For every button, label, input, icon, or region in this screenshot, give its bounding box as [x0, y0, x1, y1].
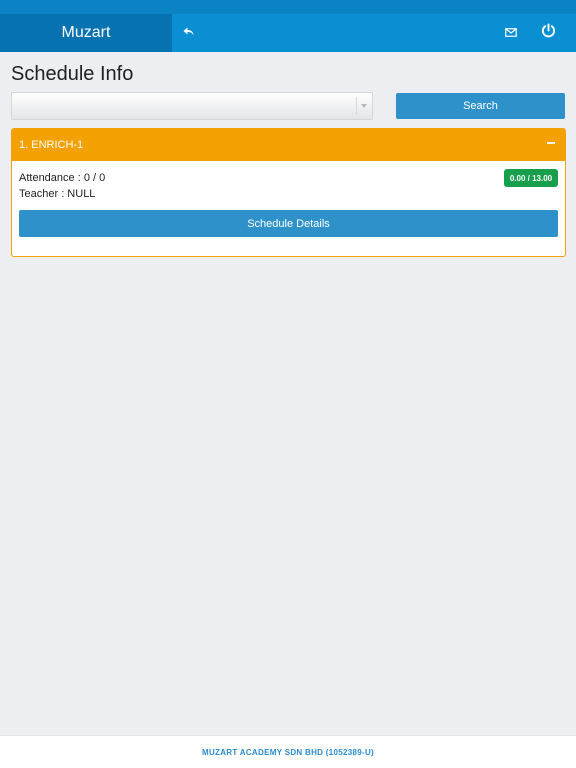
schedule-select[interactable]	[11, 92, 373, 120]
schedule-details-button[interactable]: Schedule Details	[19, 210, 558, 237]
top-navbar: Muzart	[0, 14, 576, 52]
app-brand[interactable]: Muzart	[0, 14, 172, 52]
footer-company-text: MUZART ACADEMY SDN BHD (1052389-U)	[201, 747, 374, 757]
search-button[interactable]: Search	[396, 93, 565, 119]
footer: MUZART ACADEMY SDN BHD (1052389-U)	[0, 735, 576, 768]
select-divider	[356, 97, 357, 115]
page-title: Schedule Info	[11, 63, 134, 85]
back-button[interactable]	[174, 14, 204, 52]
schedule-card-header[interactable]: 1. ENRICH-1	[12, 129, 565, 161]
minus-icon[interactable]	[547, 142, 555, 144]
hours-badge: 0.00 / 13.00	[504, 169, 558, 187]
logout-button[interactable]	[535, 14, 561, 52]
power-icon	[541, 23, 556, 43]
schedule-card: 1. ENRICH-1 Attendance : 0 / 0 Teacher :…	[11, 128, 566, 257]
teacher-text: Teacher : NULL	[19, 188, 96, 200]
chevron-down-icon	[361, 104, 367, 108]
back-arrow-icon	[183, 24, 195, 42]
schedule-title: 1. ENRICH-1	[19, 139, 84, 151]
mail-button[interactable]	[499, 14, 523, 52]
attendance-text: Attendance : 0 / 0	[19, 172, 106, 184]
mail-icon	[505, 24, 517, 42]
status-bar	[0, 0, 576, 14]
